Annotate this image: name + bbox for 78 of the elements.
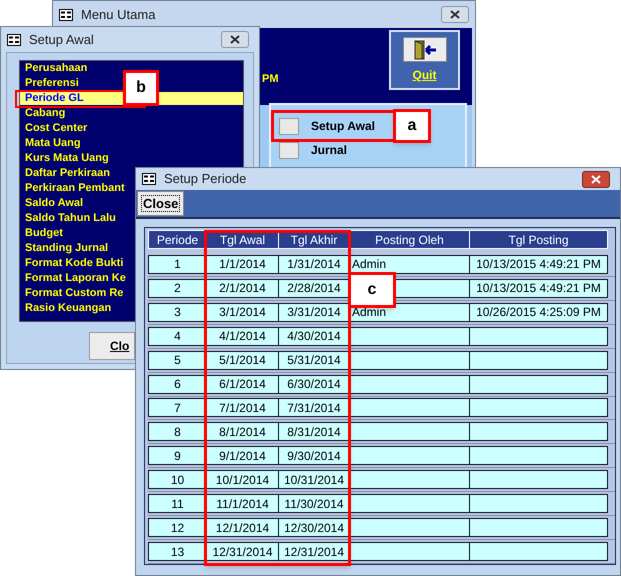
exit-door-icon — [402, 37, 446, 62]
list-item[interactable]: Budget — [20, 227, 65, 240]
close-button[interactable]: Close — [137, 191, 184, 216]
list-item[interactable]: Preferensi — [20, 77, 81, 90]
table-cell: 8/31/2014 — [278, 423, 349, 440]
column-header: Periode — [156, 232, 200, 248]
window-title: Setup Awal — [29, 30, 95, 49]
table-cell: 8/1/2014 — [206, 423, 278, 440]
table-cell: 10/1/2014 — [206, 471, 278, 488]
list-item[interactable]: Standing Jurnal — [20, 242, 110, 255]
close-button[interactable] — [441, 6, 469, 23]
table-cell-text: 8 — [173, 424, 182, 440]
clock-text: PM — [262, 73, 278, 85]
table-cell-text: 10 — [170, 472, 186, 488]
list-item[interactable]: Cabang — [20, 107, 68, 120]
close-button[interactable]: Clo — [89, 332, 135, 360]
list-item[interactable]: Perusahaan — [20, 62, 90, 75]
list-item[interactable]: Mata Uang — [20, 137, 83, 150]
table-cell-text: 5 — [173, 352, 182, 369]
window-title: Setup Periode — [164, 170, 248, 188]
menu-toggle-button[interactable] — [279, 118, 299, 134]
table-cell-text: 7 — [173, 400, 182, 416]
table-cell: 12/31/2014 — [278, 543, 349, 560]
list-item[interactable]: Perkiraan Pembant — [20, 182, 127, 195]
table-cell-text: 3 — [173, 304, 182, 321]
callout-label: a — [393, 109, 431, 143]
close-button[interactable] — [221, 31, 249, 48]
list-item[interactable]: Saldo Tahun Lalu — [20, 212, 118, 225]
column-header: Tgl Posting — [469, 231, 607, 248]
table-cell: 9/30/2014 — [278, 447, 349, 464]
menu-label: Setup Awal — [311, 118, 376, 135]
table-cell-text: 4 — [173, 328, 182, 345]
list-item[interactable]: Rasio Keuangan — [20, 302, 114, 315]
menu-label: Jurnal — [311, 142, 348, 159]
table-cell-text: 12 — [170, 520, 186, 536]
list-item[interactable]: Format Kode Bukti — [20, 257, 126, 270]
table-cell: 6/1/2014 — [206, 376, 278, 393]
list-item[interactable]: Cost Center — [20, 122, 90, 135]
table-cell-text: 1 — [173, 256, 182, 273]
window-title: Menu Utama — [81, 6, 156, 24]
table-cell-text: 11 — [170, 496, 185, 512]
close-button[interactable] — [582, 170, 610, 188]
table-cell-text: 9 — [173, 448, 182, 464]
list-item[interactable]: Kurs Mata Uang — [20, 152, 111, 165]
list-item[interactable]: Format Laporan Ke — [20, 272, 128, 285]
menu-toggle-button[interactable] — [279, 142, 299, 158]
table-cell: 7/31/2014 — [278, 399, 349, 416]
list-item[interactable]: Daftar Perkiraan — [20, 167, 112, 180]
table-cell: 11/1/2014 — [206, 495, 278, 512]
table-cell: 12/1/2014 — [206, 519, 278, 536]
table-cell: 5/31/2014 — [278, 352, 349, 369]
table-cell-text: 6 — [173, 376, 182, 393]
table-cell: 12/31/2014 — [206, 543, 278, 560]
table-cell-text: 2 — [173, 280, 182, 297]
quit-button[interactable]: Quit — [412, 66, 436, 84]
table-cell: 9/1/2014 — [206, 447, 278, 464]
callout-label: c — [348, 272, 396, 308]
table-cell: 6/30/2014 — [278, 376, 349, 393]
table-cell: 10/31/2014 — [278, 471, 349, 488]
list-item[interactable]: Format Custom Re — [20, 287, 126, 300]
form-icon — [7, 34, 21, 46]
table-cell: 10/26/2015 4:25:09 PM — [469, 304, 607, 321]
close-icon — [591, 174, 601, 184]
table-cell: 4/30/2014 — [278, 328, 349, 345]
column-header: Tgl Akhir — [278, 231, 349, 248]
table-cell: 10/13/2015 4:49:21 PM — [469, 280, 607, 297]
table-cell: 7/1/2014 — [206, 399, 278, 416]
table-cell: 12/30/2014 — [278, 519, 349, 536]
column-header: Posting Oleh — [349, 231, 469, 248]
list-item[interactable]: Saldo Awal — [20, 197, 86, 210]
table-cell: 10/13/2015 4:49:21 PM — [469, 256, 607, 273]
table-cell: 11/30/2014 — [278, 495, 349, 512]
form-icon — [59, 8, 73, 20]
close-icon — [230, 35, 240, 44]
table-cell-text: 13 — [170, 544, 186, 560]
form-icon — [142, 173, 156, 185]
callout-label: b — [123, 70, 159, 106]
close-icon — [450, 10, 460, 19]
